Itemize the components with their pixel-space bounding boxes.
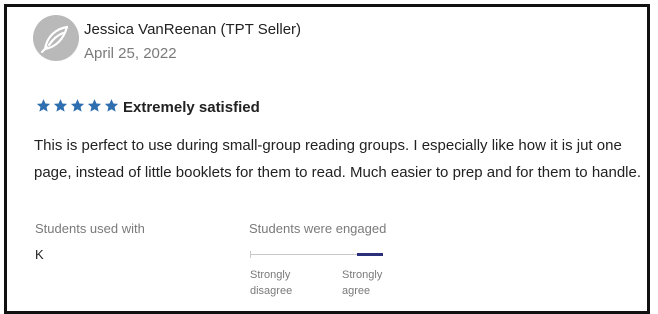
engagement-scale-fill bbox=[357, 253, 383, 256]
scale-max-label: Strongly agree bbox=[342, 267, 402, 299]
star-icon bbox=[70, 99, 85, 112]
reviewer-name[interactable]: Jessica VanReenan (TPT Seller) bbox=[84, 21, 301, 38]
rating-label: Extremely satisfied bbox=[123, 99, 260, 116]
scale-min-line1: Strongly bbox=[250, 269, 291, 281]
engaged-label: Students were engaged bbox=[249, 221, 387, 236]
engagement-scale-tick bbox=[250, 251, 251, 258]
students-used-with-value: K bbox=[35, 247, 44, 262]
leaf-avatar-icon bbox=[33, 15, 79, 61]
scale-min-label: Strongly disagree bbox=[250, 267, 310, 299]
star-rating bbox=[36, 98, 119, 114]
star-icon bbox=[87, 99, 102, 112]
star-icon bbox=[36, 99, 51, 112]
review-text: This is perfect to use during small-grou… bbox=[34, 137, 642, 181]
review-date: April 25, 2022 bbox=[84, 45, 177, 62]
review-card: Jessica VanReenan (TPT Seller) April 25,… bbox=[4, 4, 650, 314]
star-icon bbox=[53, 99, 68, 112]
scale-min-line2: disagree bbox=[250, 285, 293, 297]
students-used-with-label: Students used with bbox=[35, 221, 145, 236]
scale-max-line2: agree bbox=[342, 285, 371, 297]
scale-max-line1: Strongly bbox=[342, 269, 383, 281]
star-icon bbox=[104, 99, 119, 112]
